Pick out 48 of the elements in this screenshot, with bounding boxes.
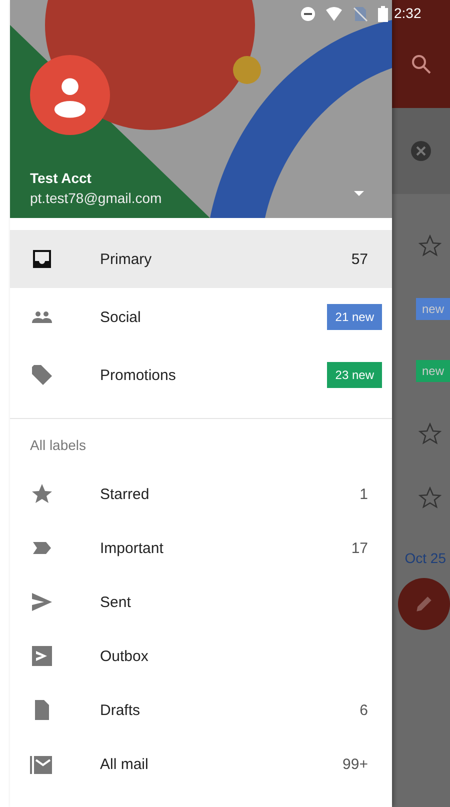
category-label: Primary — [100, 250, 153, 268]
label-count: 99+ — [342, 756, 368, 772]
label-name: All mail — [100, 756, 150, 772]
star-outline-icon — [418, 422, 442, 446]
inbox-icon — [30, 247, 54, 271]
do-not-disturb-icon — [300, 6, 316, 22]
email-date: Oct 25 — [404, 550, 446, 566]
label-count: 17 — [351, 540, 368, 556]
star-icon — [30, 482, 54, 506]
new-badge: new — [416, 298, 450, 320]
new-badge: new — [416, 360, 450, 382]
account-name: Test Acct — [30, 170, 92, 186]
label-name: Important — [100, 540, 164, 556]
category-item[interactable]: Primary 57 — [10, 230, 392, 288]
unread-count: 57 — [351, 250, 368, 268]
label-item[interactable]: Outbox — [10, 629, 392, 683]
category-item[interactable]: Social 21 new — [10, 288, 392, 346]
close-icon — [409, 139, 433, 163]
label-name: Outbox — [100, 648, 150, 664]
new-count-badge: 23 new — [327, 362, 382, 388]
no-sim-icon — [352, 6, 368, 22]
label-item[interactable]: Starred 1 — [10, 467, 392, 521]
account-email: pt.test78@gmail.com — [30, 190, 162, 206]
label-item[interactable]: Drafts 6 — [10, 683, 392, 737]
category-label: Promotions — [100, 366, 177, 384]
dropdown-icon[interactable] — [354, 190, 364, 196]
search-icon — [409, 52, 433, 76]
send-icon — [30, 590, 54, 614]
star-outline-icon — [418, 486, 442, 510]
outbox-icon — [30, 644, 54, 668]
category-item[interactable]: Promotions 23 new — [10, 346, 392, 404]
label-name: Drafts — [100, 702, 142, 718]
label-count: 1 — [360, 486, 368, 502]
star-outline-icon — [418, 234, 442, 258]
label-item[interactable]: Important 17 — [10, 521, 392, 575]
tag-icon — [30, 363, 54, 387]
section-heading: All labels — [29, 436, 88, 455]
label-item[interactable]: All mail 99+ — [10, 737, 392, 791]
label-count: 6 — [360, 702, 368, 718]
new-count-badge: 21 new — [327, 304, 382, 330]
label-item[interactable]: Sent — [10, 575, 392, 629]
label-name: Starred — [100, 486, 150, 502]
label-name: Sent — [100, 594, 132, 610]
compose-button[interactable] — [398, 578, 450, 630]
battery-icon — [378, 6, 388, 22]
wifi-icon — [326, 6, 342, 22]
category-label: Social — [100, 308, 142, 326]
status-time: 2:32 — [394, 5, 422, 21]
